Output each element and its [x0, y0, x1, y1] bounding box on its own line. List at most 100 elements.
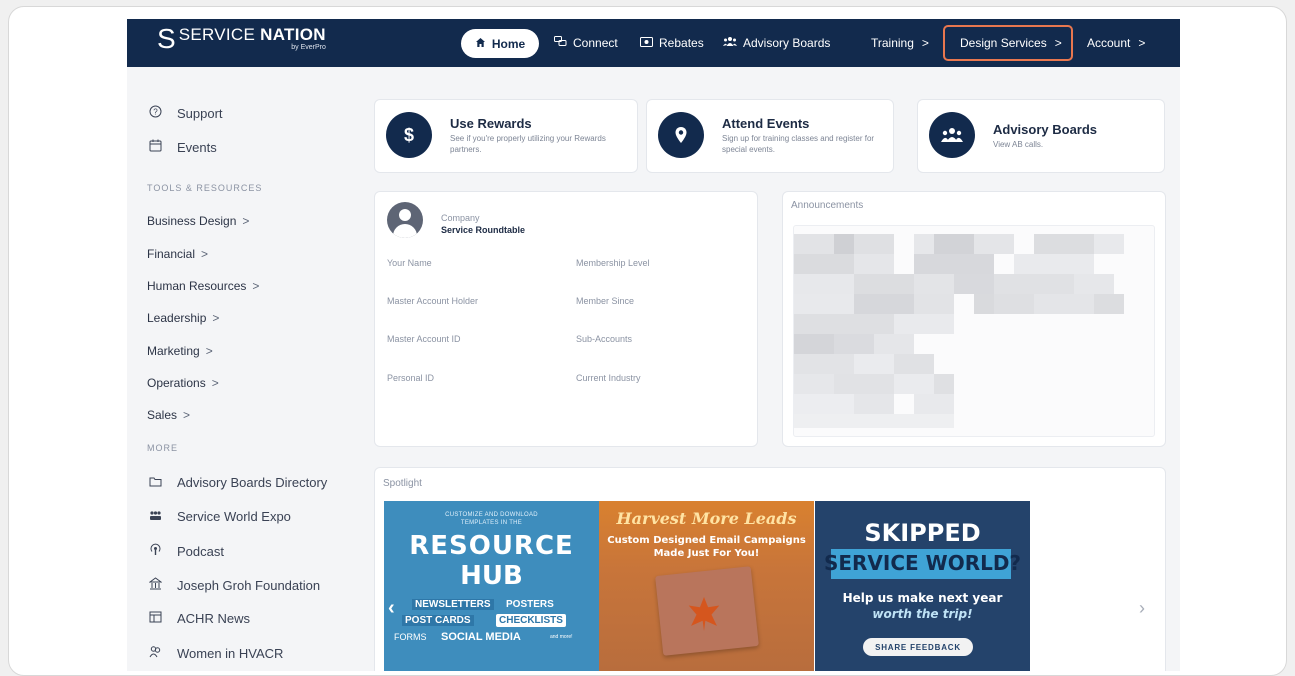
- attend-events-card[interactable]: Attend Events Sign up for training class…: [646, 99, 894, 173]
- use-rewards-card[interactable]: $ Use Rewards See if you're properly uti…: [374, 99, 638, 173]
- sidebar-item-events[interactable]: Events: [147, 139, 217, 155]
- tag-post-cards: POST CARDS: [402, 615, 474, 626]
- sidebar-item-label: Business Design: [147, 214, 237, 228]
- spotlight-title: Spotlight: [383, 478, 422, 489]
- sidebar-item-human-resources[interactable]: Human Resources >: [147, 279, 259, 293]
- banner-headline-2: SERVICE WORLD?: [823, 551, 1022, 575]
- sidebar-item-support[interactable]: ? Support: [147, 105, 223, 121]
- sidebar-item-label: Financial: [147, 247, 196, 261]
- logo-word-nation: NATION: [260, 25, 326, 44]
- nav-home-label: Home: [491, 36, 526, 51]
- sidebar-item-label: Human Resources: [147, 279, 247, 293]
- tag-newsletters: NEWSLETTERS: [412, 599, 494, 610]
- sidebar-item-label: Service World Expo: [177, 509, 291, 524]
- calendar-icon: [147, 139, 163, 155]
- skipped-service-world-banner[interactable]: SKIPPED SERVICE WORLD? Help us make next…: [815, 501, 1030, 671]
- nav-home-button[interactable]: Home: [461, 29, 539, 58]
- banner-headline: Harvest More Leads: [616, 509, 797, 528]
- folder-icon: [147, 475, 163, 490]
- card-description: View AB calls.: [993, 140, 1044, 149]
- sidebar-item-women-in-hvacr[interactable]: Women in HVACR: [147, 645, 283, 661]
- women-icon: [147, 645, 163, 661]
- newspaper-icon: [147, 611, 163, 626]
- banner-headline-2: HUB: [460, 561, 523, 591]
- tools-resources-heading: TOOLS & RESOURCES: [147, 183, 263, 193]
- more-heading: MORE: [147, 443, 178, 453]
- sidebar-item-leadership[interactable]: Leadership >: [147, 311, 219, 325]
- sidebar-item-label: Advisory Boards Directory: [177, 475, 328, 490]
- banner-headline-1: SKIPPED: [864, 519, 981, 547]
- sidebar-item-advisory-boards-directory[interactable]: Advisory Boards Directory: [147, 475, 327, 490]
- tag-checklists: CHECKLISTS: [496, 614, 566, 627]
- chevron-right-icon: >: [1054, 36, 1062, 50]
- carousel-prev-arrow[interactable]: ‹: [388, 597, 395, 620]
- carousel-next-arrow[interactable]: ›: [1139, 598, 1145, 619]
- home-icon: [475, 37, 486, 51]
- card-title: Advisory Boards: [993, 122, 1098, 137]
- banner-subline-2: worth the trip!: [872, 607, 973, 621]
- logo-word-service: SERVICE: [178, 25, 256, 44]
- sidebar-item-podcast[interactable]: Podcast: [147, 543, 224, 559]
- sidebar-item-label: Operations: [147, 376, 206, 390]
- chevron-right-icon: >: [212, 311, 220, 325]
- podcast-icon: [147, 543, 163, 559]
- field-membership-level: Membership Level: [576, 258, 650, 268]
- card-title: Attend Events: [722, 116, 810, 131]
- advisory-boards-card[interactable]: Advisory Boards View AB calls.: [917, 99, 1165, 173]
- avatar: [387, 202, 423, 238]
- sidebar-item-marketing[interactable]: Marketing >: [147, 344, 213, 358]
- banner-subline-2: Made Just For You!: [653, 548, 760, 559]
- nav-design-services-label: Design Services: [960, 36, 1047, 50]
- sidebar-item-sales[interactable]: Sales >: [147, 408, 190, 422]
- share-feedback-button[interactable]: SHARE FEEDBACK: [863, 638, 973, 656]
- top-navigation: S SERVICE NATION by EverPro Home Connect…: [127, 19, 1180, 67]
- sidebar-item-service-world-expo[interactable]: Service World Expo: [147, 509, 291, 524]
- card-title: Use Rewards: [450, 116, 532, 131]
- nav-rebates[interactable]: Rebates: [640, 19, 704, 67]
- field-personal-id: Personal ID: [387, 373, 435, 383]
- sidebar-item-joseph-groh-foundation[interactable]: Joseph Groh Foundation: [147, 577, 320, 593]
- resource-hub-banner[interactable]: CUSTOMIZE AND DOWNLOAD TEMPLATES IN THE …: [384, 501, 599, 671]
- nav-account-label: Account: [1087, 36, 1131, 50]
- app-window: S SERVICE NATION by EverPro Home Connect…: [127, 19, 1180, 671]
- nav-design-services[interactable]: Design Services >: [960, 19, 1062, 67]
- tag-and-more: and more!: [550, 634, 573, 640]
- banner-subline-1: Help us make next year: [842, 591, 1003, 605]
- nav-connect[interactable]: Connect: [554, 19, 618, 67]
- logo-wordmark: SERVICE NATION: [179, 26, 326, 44]
- field-sub-accounts: Sub-Accounts: [576, 334, 633, 344]
- harvest-leads-banner[interactable]: Harvest More Leads Custom Designed Email…: [599, 501, 814, 671]
- location-pin-icon: [658, 112, 704, 158]
- service-nation-logo[interactable]: S SERVICE NATION by EverPro: [157, 25, 326, 53]
- banner-subline-1: Custom Designed Email Campaigns: [607, 535, 806, 546]
- people-icon: [147, 509, 163, 524]
- chevron-right-icon: >: [183, 408, 191, 422]
- nav-advisory-boards-label: Advisory Boards: [743, 36, 831, 50]
- chevron-right-icon: >: [242, 214, 250, 228]
- profile-panel: Company Service Roundtable Your Name Mem…: [374, 191, 758, 447]
- nav-connect-label: Connect: [573, 36, 618, 50]
- nav-advisory-boards[interactable]: Advisory Boards: [723, 19, 830, 67]
- tag-forms: FORMS: [394, 632, 427, 642]
- screenshot-frame: S SERVICE NATION by EverPro Home Connect…: [8, 6, 1287, 676]
- sidebar-item-label: Podcast: [177, 543, 224, 559]
- announcements-blurred-content: [793, 225, 1155, 437]
- nav-training[interactable]: Training >: [871, 19, 929, 67]
- spotlight-panel: Spotlight CUSTOMIZE AND DOWNLOAD TEMPLAT…: [374, 467, 1166, 671]
- banner-headline-1: RESOURCE: [409, 531, 574, 561]
- field-master-account-id: Master Account ID: [387, 334, 461, 344]
- company-value: Service Roundtable: [441, 225, 526, 235]
- sidebar-item-financial[interactable]: Financial >: [147, 247, 208, 261]
- card-description: Sign up for training classes and registe…: [722, 134, 875, 154]
- announcements-title: Announcements: [791, 200, 864, 211]
- chat-bubbles-icon: [554, 36, 567, 50]
- tag-social-media: SOCIAL MEDIA: [441, 631, 521, 643]
- sidebar-item-label: Women in HVACR: [177, 645, 284, 661]
- card-description: See if you're properly utilizing your Re…: [450, 134, 606, 154]
- nav-account[interactable]: Account >: [1087, 19, 1145, 67]
- sidebar-item-label: Joseph Groh Foundation: [177, 577, 321, 593]
- sidebar-item-business-design[interactable]: Business Design >: [147, 214, 249, 228]
- company-label: Company: [441, 213, 480, 223]
- sidebar-item-achr-news[interactable]: ACHR News: [147, 611, 250, 626]
- sidebar-item-operations[interactable]: Operations >: [147, 376, 219, 390]
